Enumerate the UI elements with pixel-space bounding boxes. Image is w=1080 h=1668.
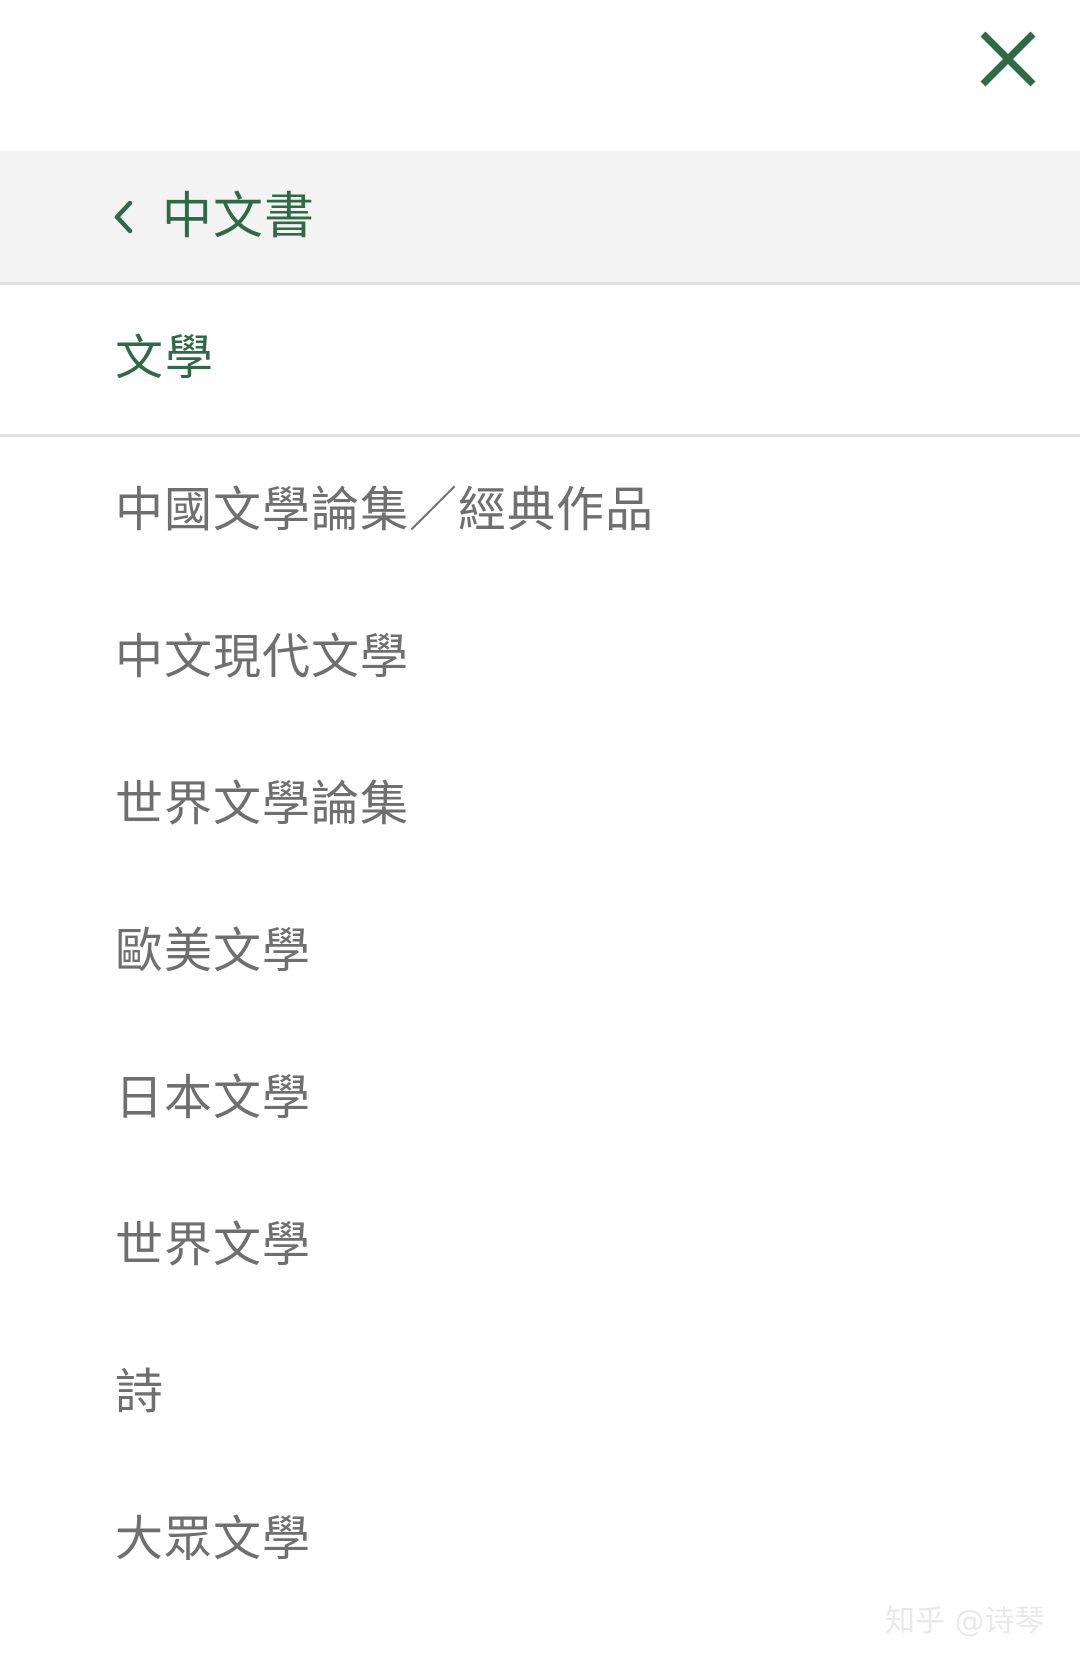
subcategory-item[interactable]: 世界文學論集	[0, 731, 1080, 878]
subcategory-item[interactable]: 詩	[0, 1319, 1080, 1466]
back-to-parent-category[interactable]: 中文書	[0, 151, 1080, 285]
subcategory-item[interactable]: 歐美文學	[0, 878, 1080, 1025]
subcategory-label: 詩	[115, 1364, 165, 1420]
subcategory-label: 大眾文學	[115, 1511, 312, 1567]
subcategory-item[interactable]: 大眾文學	[0, 1466, 1080, 1613]
subcategory-label: 世界文學論集	[115, 776, 410, 832]
subcategory-label: 歐美文學	[115, 923, 312, 979]
subcategory-item[interactable]: 世界文學	[0, 1172, 1080, 1319]
close-icon	[980, 31, 1036, 87]
subcategory-item[interactable]: 中文現代文學	[0, 584, 1080, 731]
current-category[interactable]: 文學	[0, 285, 1080, 437]
chevron-left-icon	[114, 200, 133, 234]
subcategory-label: 中文現代文學	[115, 629, 410, 685]
parent-category-title: 中文書	[162, 187, 315, 245]
subcategory-label: 日本文學	[115, 1070, 312, 1126]
subcategory-label: 中國文學論集／經典作品	[115, 482, 655, 538]
subcategory-list: 中國文學論集／經典作品 中文現代文學 世界文學論集 歐美文學 日本文學 世界文學…	[0, 437, 1080, 1613]
subcategory-item[interactable]: 中國文學論集／經典作品	[0, 437, 1080, 584]
subcategory-item[interactable]: 日本文學	[0, 1025, 1080, 1172]
subcategory-label: 世界文學	[115, 1217, 312, 1273]
current-category-label: 文學	[115, 330, 216, 386]
watermark: 知乎 @诗琴	[885, 1604, 1045, 1639]
close-button[interactable]	[968, 24, 1048, 94]
top-bar	[0, 0, 1080, 150]
